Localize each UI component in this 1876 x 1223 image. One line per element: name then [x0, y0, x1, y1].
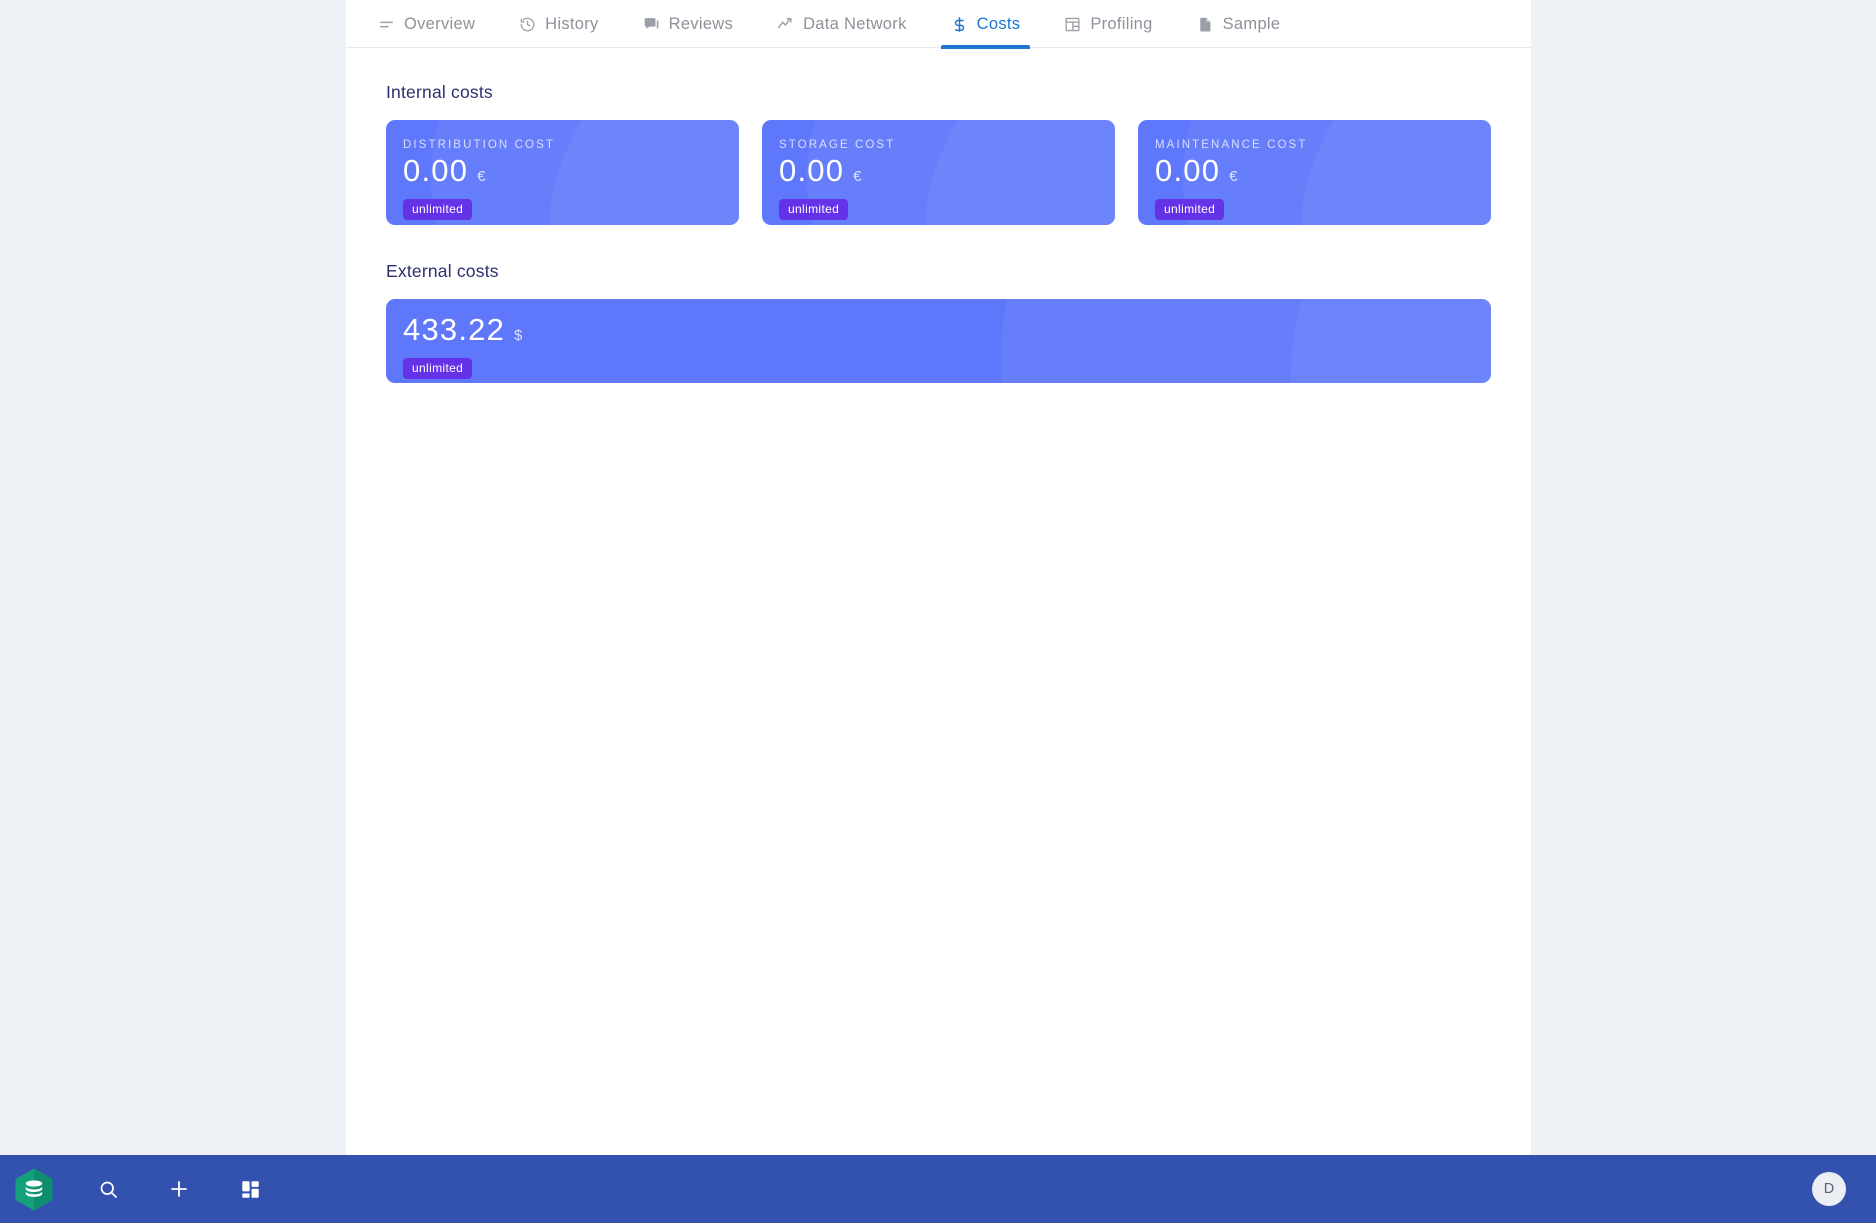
storage-cost-title: STORAGE COST [779, 139, 896, 151]
distribution-cost-badge: unlimited [403, 198, 473, 220]
storage-cost-value-row: 0.00 € [779, 153, 1115, 190]
document-icon [1197, 16, 1214, 33]
tab-profiling[interactable]: Profiling [1042, 0, 1174, 48]
tab-profiling-label: Profiling [1090, 14, 1153, 33]
storage-cost-unit: € [853, 168, 862, 185]
external-cost-badge: unlimited [403, 357, 473, 379]
storage-cost-badge: unlimited [779, 198, 849, 220]
tab-history[interactable]: History [497, 0, 620, 48]
stacked-layers-logo[interactable] [14, 1167, 54, 1212]
distribution-cost-value-row: 0.00 € [403, 153, 739, 190]
tab-history-label: History [545, 14, 599, 33]
maintenance-cost-unit: € [1229, 168, 1238, 185]
tab-sample[interactable]: Sample [1175, 0, 1303, 48]
tab-reviews-label: Reviews [668, 14, 734, 33]
storage-cost-card[interactable]: STORAGE COST 0.00 € unlimited [762, 120, 1115, 225]
external-costs-heading: External costs [386, 261, 499, 281]
content-panel: Overview History Reviews Data Network Co… [346, 0, 1531, 1155]
trending-up-icon [777, 16, 794, 33]
external-cost-value-row: 433.22 $ [403, 312, 1491, 349]
external-cost-card[interactable]: 433.22 $ unlimited [386, 299, 1491, 383]
bottom-app-bar: D [0, 1155, 1876, 1223]
costs-content: Internal costs DISTRIBUTION COST 0.00 € … [346, 48, 1531, 383]
external-cost-value: 433.22 [403, 312, 506, 347]
avatar[interactable]: D [1812, 1172, 1846, 1206]
dashboard-grid-icon [240, 1179, 261, 1200]
distribution-cost-value: 0.00 [403, 153, 469, 188]
clock-history-icon [519, 16, 536, 33]
maintenance-cost-badge: unlimited [1155, 198, 1225, 220]
list-icon [378, 16, 395, 33]
maintenance-cost-value-row: 0.00 € [1155, 153, 1491, 190]
tab-reviews[interactable]: Reviews [621, 0, 755, 48]
tab-sample-label: Sample [1222, 14, 1281, 33]
plus-icon [168, 1178, 190, 1200]
storage-cost-value: 0.00 [779, 153, 845, 188]
dollar-icon [951, 16, 968, 33]
chat-icon [643, 16, 660, 33]
add-button[interactable] [155, 1165, 203, 1213]
distribution-cost-unit: € [477, 168, 486, 185]
internal-costs-card-row: DISTRIBUTION COST 0.00 € unlimited STORA… [386, 120, 1491, 225]
tab-data-network[interactable]: Data Network [755, 0, 929, 48]
tab-data-network-label: Data Network [803, 14, 907, 33]
internal-costs-heading: Internal costs [386, 82, 493, 102]
external-cost-unit: $ [514, 327, 523, 344]
maintenance-cost-card[interactable]: MAINTENANCE COST 0.00 € unlimited [1138, 120, 1491, 225]
dashboard-button[interactable] [226, 1165, 274, 1213]
maintenance-cost-value: 0.00 [1155, 153, 1221, 188]
search-icon [98, 1179, 119, 1200]
tab-overview-label: Overview [404, 14, 476, 33]
distribution-cost-card[interactable]: DISTRIBUTION COST 0.00 € unlimited [386, 120, 739, 225]
tab-costs-label: Costs [976, 14, 1021, 33]
search-button[interactable] [84, 1165, 132, 1213]
app-root: Overview History Reviews Data Network Co… [0, 0, 1876, 1223]
table-grid-icon [1064, 16, 1081, 33]
tab-bar: Overview History Reviews Data Network Co… [346, 0, 1531, 49]
distribution-cost-title: DISTRIBUTION COST [403, 139, 555, 151]
tab-costs[interactable]: Costs [929, 0, 1043, 49]
tab-overview[interactable]: Overview [356, 0, 497, 48]
maintenance-cost-title: MAINTENANCE COST [1155, 139, 1308, 151]
